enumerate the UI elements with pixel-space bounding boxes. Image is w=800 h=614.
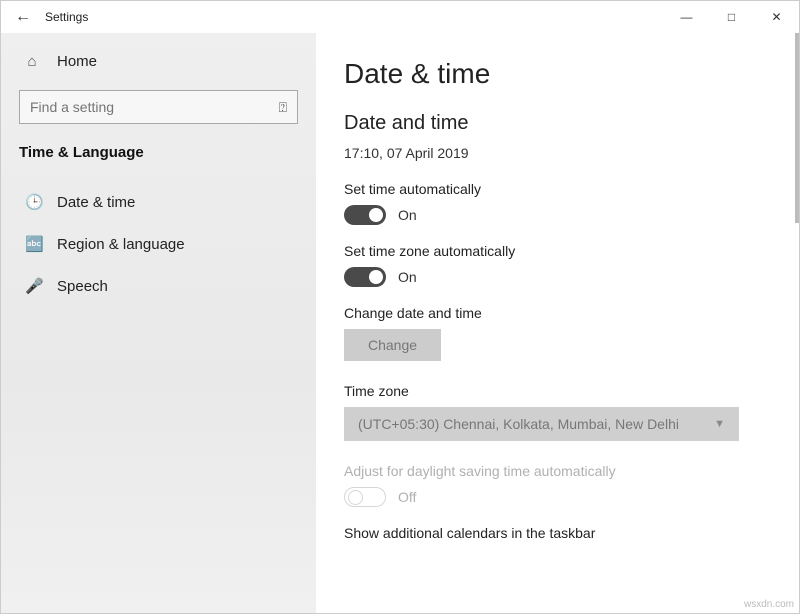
change-button: Change xyxy=(344,329,441,361)
search-box[interactable]: ⍰ xyxy=(19,90,298,124)
sidebar-item-speech[interactable]: 🎤 Speech xyxy=(19,265,298,307)
set-time-auto-toggle-row: On xyxy=(344,205,769,225)
set-time-auto-value: On xyxy=(398,207,417,223)
scrollbar-track[interactable] xyxy=(793,33,799,613)
set-tz-auto-value: On xyxy=(398,269,417,285)
home-link[interactable]: ⌂ Home xyxy=(19,43,298,80)
maximize-button[interactable]: □ xyxy=(709,2,754,32)
change-dt-label: Change date and time xyxy=(344,305,769,321)
sidebar-item-label: Region & language xyxy=(57,236,185,253)
daylight-toggle-row: Off xyxy=(344,487,769,507)
home-icon: ⌂ xyxy=(23,53,41,70)
close-button[interactable]: ✕ xyxy=(754,2,799,32)
sidebar-item-label: Date & time xyxy=(57,194,135,211)
chevron-down-icon: ▼ xyxy=(714,418,725,430)
page-title: Date & time xyxy=(344,58,769,90)
back-button[interactable]: ← xyxy=(9,8,37,26)
set-time-auto-label: Set time automatically xyxy=(344,181,769,197)
set-tz-auto-toggle-row: On xyxy=(344,267,769,287)
sidebar-item-label: Speech xyxy=(57,278,108,295)
daylight-value: Off xyxy=(398,489,416,505)
sidebar-item-date-time[interactable]: 🕒 Date & time xyxy=(19,181,298,223)
window-title: Settings xyxy=(45,10,88,24)
search-input[interactable] xyxy=(30,99,279,115)
set-tz-auto-toggle[interactable] xyxy=(344,267,386,287)
timezone-value: (UTC+05:30) Chennai, Kolkata, Mumbai, Ne… xyxy=(358,416,679,432)
clock-icon: 🕒 xyxy=(25,193,43,211)
search-icon: ⍰ xyxy=(279,99,287,116)
set-tz-auto-label: Set time zone automatically xyxy=(344,243,769,259)
title-bar: ← Settings — □ ✕ xyxy=(1,1,799,33)
section-title: Date and time xyxy=(344,112,769,135)
minimize-button[interactable]: — xyxy=(664,2,709,32)
category-header: Time & Language xyxy=(19,144,298,161)
scrollbar-thumb[interactable] xyxy=(795,33,799,223)
current-datetime: 17:10, 07 April 2019 xyxy=(344,145,769,161)
watermark: wsxdn.com xyxy=(744,599,794,610)
daylight-toggle xyxy=(344,487,386,507)
home-label: Home xyxy=(57,53,97,70)
daylight-label: Adjust for daylight saving time automati… xyxy=(344,463,769,479)
sidebar-item-region-language[interactable]: 🔤 Region & language xyxy=(19,223,298,265)
timezone-dropdown: (UTC+05:30) Chennai, Kolkata, Mumbai, Ne… xyxy=(344,407,739,441)
microphone-icon: 🎤 xyxy=(25,277,43,295)
timezone-label: Time zone xyxy=(344,383,769,399)
set-time-auto-toggle[interactable] xyxy=(344,205,386,225)
sidebar: ⌂ Home ⍰ Time & Language 🕒 Date & time 🔤… xyxy=(1,33,316,613)
language-icon: 🔤 xyxy=(25,235,43,253)
content-pane: Date & time Date and time 17:10, 07 Apri… xyxy=(316,33,799,613)
additional-calendars-label: Show additional calendars in the taskbar xyxy=(344,525,769,541)
